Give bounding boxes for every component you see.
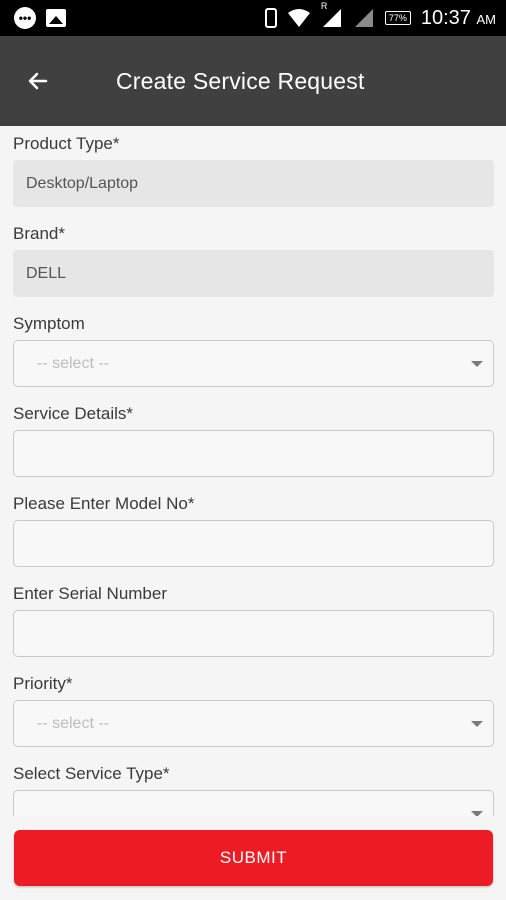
brand-label: Brand*: [13, 224, 65, 243]
product-type-field: Product Type* Desktop/Laptop: [13, 126, 494, 207]
brand-field: Brand* DELL: [13, 216, 494, 297]
signal-marker: R: [320, 1, 328, 11]
signal-icon: R: [321, 2, 343, 28]
symptom-select[interactable]: -- select --: [13, 340, 494, 387]
priority-select[interactable]: -- select --: [13, 700, 494, 747]
model-no-label: Please Enter Model No*: [13, 494, 195, 513]
serial-number-input[interactable]: [13, 610, 494, 657]
arrow-left-icon: [28, 72, 48, 90]
service-request-form: Product Type* Desktop/Laptop Brand* DELL…: [0, 126, 506, 816]
product-type-label: Product Type*: [13, 134, 120, 153]
chat-bubble-icon: •••: [14, 7, 36, 29]
symptom-selected: -- select --: [37, 354, 109, 372]
priority-selected: -- select --: [37, 714, 109, 732]
wifi-icon: [287, 9, 310, 27]
bottom-action-area: SUBMIT: [0, 816, 506, 900]
submit-button[interactable]: SUBMIT: [14, 830, 493, 886]
phone-icon: [264, 8, 277, 28]
model-no-field: Please Enter Model No*: [13, 486, 494, 576]
page-title: Create Service Request: [116, 67, 365, 94]
brand-value: DELL: [13, 250, 494, 297]
caret-down-icon: [471, 720, 483, 727]
gallery-icon: [46, 9, 66, 27]
service-details-field: Service Details*: [13, 396, 494, 486]
service-details-input[interactable]: [13, 430, 494, 477]
priority-label: Priority*: [13, 674, 73, 693]
service-type-field: Select Service Type*: [13, 756, 494, 816]
symptom-label: Symptom: [13, 314, 85, 333]
service-type-select[interactable]: [13, 790, 494, 816]
status-bar: ••• R 77% 10:37 AM: [0, 0, 506, 36]
model-no-input[interactable]: [13, 520, 494, 567]
battery-icon: 77%: [384, 11, 411, 25]
service-details-label: Service Details*: [13, 404, 133, 423]
back-button[interactable]: [8, 51, 68, 111]
app-bar: Create Service Request: [0, 36, 506, 126]
caret-down-icon: [471, 360, 483, 367]
serial-number-field: Enter Serial Number: [13, 576, 494, 666]
clock-ampm: AM: [476, 11, 497, 27]
serial-number-label: Enter Serial Number: [13, 584, 168, 603]
symptom-field: Symptom -- select --: [13, 306, 494, 387]
status-left: •••: [14, 7, 66, 29]
clock-time: 10:37: [420, 6, 471, 29]
signal-icon-2: [354, 9, 373, 27]
status-right: R 77% 10:37 AM: [264, 2, 496, 30]
priority-field: Priority* -- select --: [13, 666, 494, 747]
clock: 10:37 AM: [421, 7, 496, 30]
product-type-value: Desktop/Laptop: [13, 160, 494, 207]
service-type-label: Select Service Type*: [13, 764, 170, 783]
